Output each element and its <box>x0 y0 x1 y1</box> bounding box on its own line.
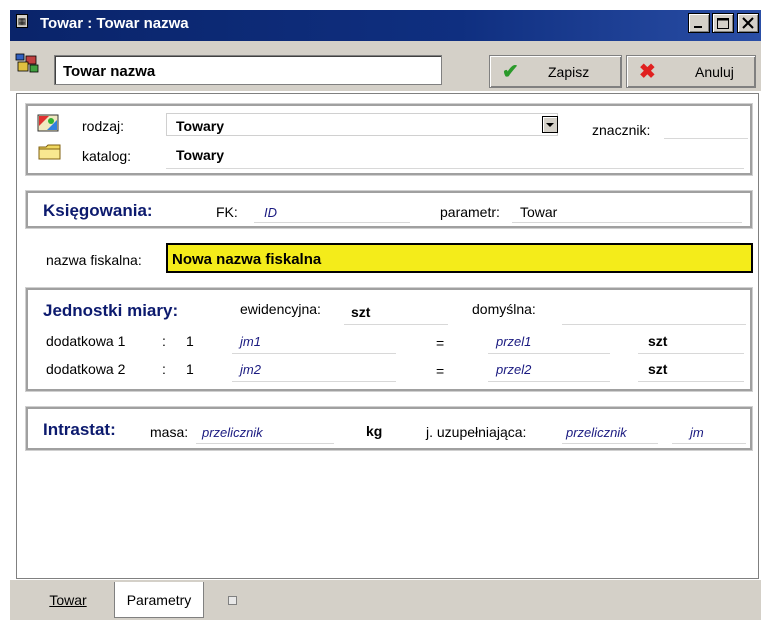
unit-row-sep: : <box>162 333 166 349</box>
cancel-label: Anuluj <box>695 64 734 80</box>
parametr-field-underline <box>512 222 742 223</box>
supplementary-unit-jm[interactable]: jm <box>690 425 704 440</box>
unit-row-factor-underline <box>488 381 610 382</box>
unit-row-unit[interactable]: jm1 <box>240 334 261 349</box>
unit-row-qty: 1 <box>186 361 194 377</box>
maximize-icon <box>717 18 729 29</box>
tab-towar[interactable]: Towar <box>34 582 102 618</box>
supplementary-unit-value[interactable]: przelicznik <box>566 425 627 440</box>
znacznik-label: znacznik: <box>592 122 651 138</box>
fk-field-underline <box>254 222 410 223</box>
product-name-field[interactable]: Towar nazwa <box>54 55 442 85</box>
katalog-value[interactable]: Towary <box>176 147 224 163</box>
maximize-button[interactable] <box>712 13 734 33</box>
unit-row-eq: = <box>436 335 445 351</box>
cross-icon: ✖ <box>639 61 656 83</box>
checkmark-icon: ✔ <box>502 61 519 83</box>
unit-row-label: dodatkowa 2 <box>46 361 126 377</box>
unit-row-base-underline <box>638 381 744 382</box>
fk-label: FK: <box>216 204 238 220</box>
unit-row-eq: = <box>436 363 445 379</box>
unit-row-sep: : <box>162 361 166 377</box>
tab-parametry[interactable]: Parametry <box>114 582 204 618</box>
tab-towar-label: Towar <box>49 592 87 608</box>
tab-parametry-label: Parametry <box>126 592 192 608</box>
window-icon[interactable]: ▦ <box>16 14 28 28</box>
unit-row-base: szt <box>648 361 668 377</box>
unit-row-unit[interactable]: jm2 <box>240 362 261 377</box>
unit-row-label: dodatkowa 1 <box>46 333 126 349</box>
close-button[interactable] <box>737 13 759 33</box>
intrastat-heading: Intrastat: <box>43 420 116 439</box>
domyslna-field[interactable] <box>562 324 746 325</box>
masa-field-underline <box>196 443 334 444</box>
cancel-button[interactable]: ✖ Anuluj <box>626 55 756 88</box>
unit-row-factor[interactable]: przel2 <box>496 362 531 377</box>
ewidencyjna-label: ewidencyjna: <box>240 301 321 317</box>
masa-value[interactable]: przelicznik <box>202 425 263 440</box>
supplementary-unit-label: j. uzupełniająca: <box>426 424 527 440</box>
fk-value[interactable]: ID <box>264 205 277 220</box>
minimize-icon <box>694 26 702 28</box>
katalog-field-underline <box>166 168 744 169</box>
unit-row-qty: 1 <box>186 333 194 349</box>
category-type-icon <box>36 112 62 134</box>
unit-row-factor-underline <box>488 353 610 354</box>
supplementary-unit-underline <box>562 443 658 444</box>
save-label: Zapisz <box>548 64 590 80</box>
unit-row-unit-underline <box>232 381 396 382</box>
chevron-down-icon <box>546 123 554 127</box>
unit-row-factor[interactable]: przel1 <box>496 334 531 349</box>
window-title: Towar : Towar nazwa <box>40 15 189 32</box>
product-icon <box>14 52 44 74</box>
masa-label: masa: <box>150 424 189 440</box>
rodzaj-label: rodzaj: <box>82 118 125 134</box>
ewidencyjna-field-underline <box>344 324 448 325</box>
tab-overflow-icon[interactable] <box>228 596 237 605</box>
minimize-button[interactable] <box>688 13 710 33</box>
unit-row-unit-underline <box>232 353 396 354</box>
fiscal-name-label: nazwa fiskalna: <box>46 252 142 268</box>
close-icon <box>742 17 754 29</box>
rodzaj-value: Towary <box>176 118 224 134</box>
unit-row-base: szt <box>648 333 668 349</box>
supplementary-unit-jm-underline <box>672 443 746 444</box>
folder-icon <box>38 143 62 161</box>
katalog-label: katalog: <box>82 148 132 164</box>
ewidencyjna-value[interactable]: szt <box>351 304 370 320</box>
domyslna-label: domyślna: <box>472 301 536 317</box>
accounting-heading: Księgowania: <box>43 201 153 220</box>
parametr-value[interactable]: Towar <box>520 204 557 220</box>
units-heading: Jednostki miary: <box>43 301 179 320</box>
save-button[interactable]: ✔ Zapisz <box>489 55 622 88</box>
unit-row-base-underline <box>638 353 744 354</box>
znacznik-field[interactable] <box>664 138 748 139</box>
masa-unit: kg <box>366 423 383 439</box>
rodzaj-dropdown-button[interactable] <box>542 116 558 133</box>
parametr-label: parametr: <box>440 204 500 220</box>
fiscal-name-value: Nowa nazwa fiskalna <box>172 251 322 268</box>
rodzaj-select[interactable] <box>166 113 558 136</box>
